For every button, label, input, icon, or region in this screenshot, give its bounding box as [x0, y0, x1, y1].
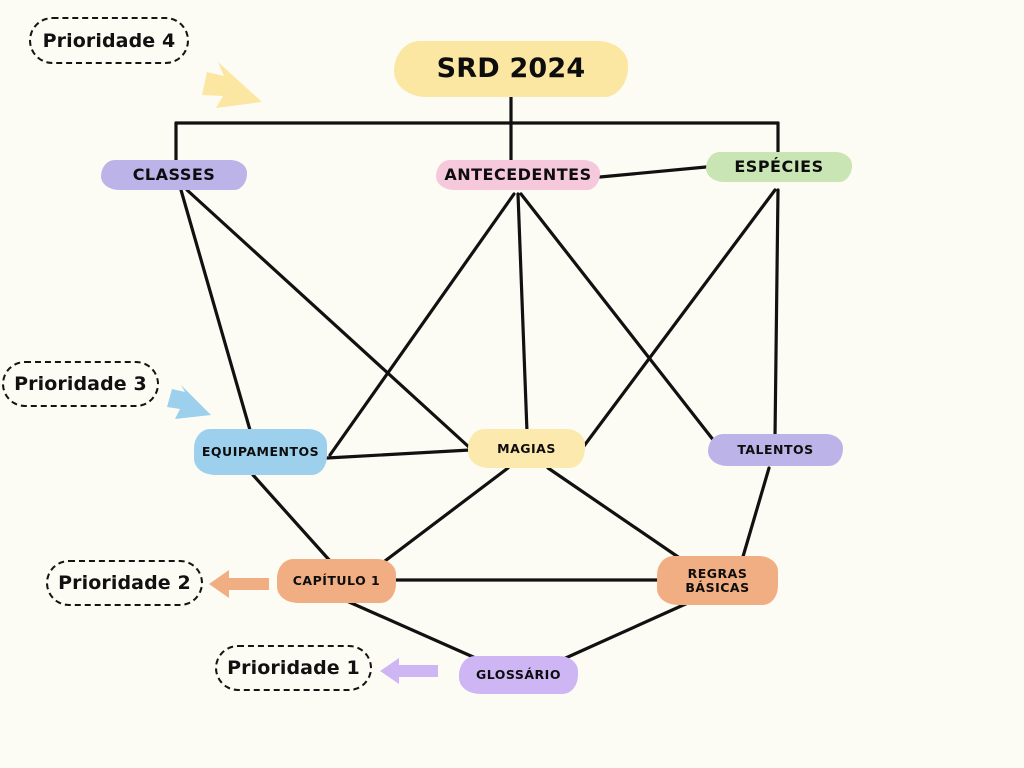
- priority-4-callout: Prioridade 4: [29, 17, 189, 64]
- edge-antecedentes-magias: [516, 192, 529, 434]
- node-antecedentes-label: ANTECEDENTES: [444, 165, 592, 185]
- priority-1-callout: Prioridade 1: [215, 645, 372, 691]
- node-especies-label: ESPÉCIES: [734, 157, 824, 177]
- priority-3-arrow-icon: [167, 385, 211, 419]
- node-glossario[interactable]: GLOSSÁRIO: [459, 656, 578, 694]
- priority-4-label: Prioridade 4: [42, 29, 176, 52]
- edge-equipamentos-magias: [325, 448, 472, 460]
- node-regras-basicas[interactable]: REGRAS BÁSICAS: [657, 556, 778, 605]
- edge-antecedentes-talentos: [519, 192, 727, 457]
- node-talentos-label: TALENTOS: [737, 442, 814, 458]
- node-srd-label: SRD 2024: [436, 53, 586, 85]
- priority-1-arrow-icon: [380, 658, 438, 684]
- node-srd[interactable]: SRD 2024: [394, 41, 628, 97]
- edge-magias-capitulo1: [375, 466, 510, 569]
- priority-4-arrow-icon: [202, 62, 262, 108]
- edge-especies-magias: [570, 188, 777, 464]
- node-magias[interactable]: MAGIAS: [468, 429, 585, 468]
- node-magias-label: MAGIAS: [497, 440, 556, 456]
- node-regras-basicas-label-line2: BÁSICAS: [685, 579, 750, 595]
- edge-equipamentos-capitulo1: [251, 473, 333, 564]
- priority-1-label: Prioridade 1: [227, 657, 360, 679]
- node-especies[interactable]: ESPÉCIES: [706, 152, 852, 182]
- node-capitulo1-label: CAPÍTULO 1: [292, 573, 381, 589]
- priority-2-label: Prioridade 2: [58, 572, 191, 594]
- edge-antecedentes-equipamentos: [328, 192, 516, 457]
- node-glossario-label: GLOSSÁRIO: [476, 667, 561, 683]
- node-antecedentes[interactable]: ANTECEDENTES: [436, 160, 600, 190]
- priority-3-callout: Prioridade 3: [2, 361, 159, 407]
- edge-antecedentes-especies: [598, 165, 708, 179]
- mindmap-diagram: SRD 2024 CLASSES ANTECEDENTES ESPÉCIES E…: [0, 0, 1024, 768]
- priority-3-label: Prioridade 3: [14, 373, 147, 395]
- edge-talentos-regras: [740, 466, 771, 562]
- node-equipamentos-label: EQUIPAMENTOS: [201, 444, 320, 460]
- node-classes-label: CLASSES: [132, 165, 216, 185]
- edge-regras-glossario: [557, 600, 692, 663]
- node-equipamentos[interactable]: EQUIPAMENTOS: [194, 429, 327, 475]
- node-talentos[interactable]: TALENTOS: [708, 434, 843, 466]
- priority-2-callout: Prioridade 2: [46, 560, 203, 606]
- node-capitulo1[interactable]: CAPÍTULO 1: [277, 559, 396, 603]
- edge-especies-talentos: [773, 188, 780, 439]
- priority-2-arrow-icon: [209, 570, 269, 598]
- node-classes[interactable]: CLASSES: [101, 160, 247, 190]
- edge-magias-regras: [546, 466, 686, 563]
- node-regras-basicas-label-line1: REGRAS: [687, 566, 748, 581]
